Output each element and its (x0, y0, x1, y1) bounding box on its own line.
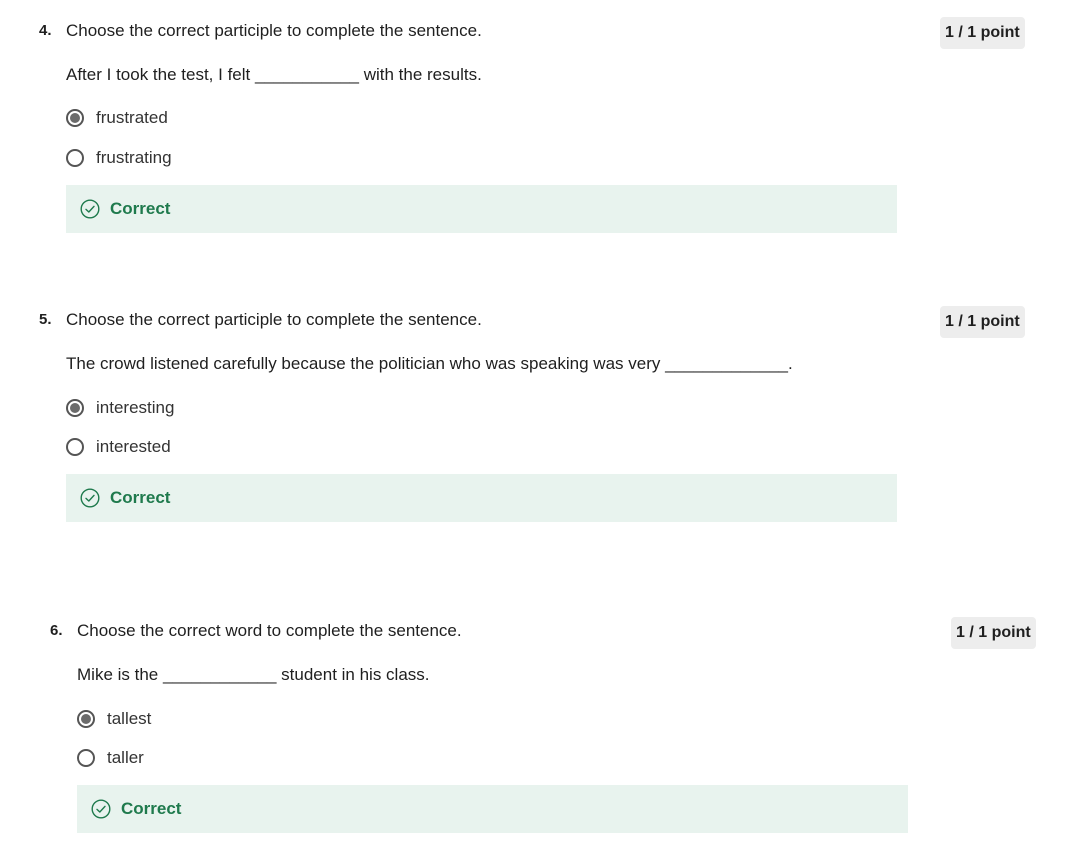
option-label: frustrated (96, 108, 168, 127)
feedback-text: Correct (110, 199, 171, 218)
points-badge: 1 / 1 point (940, 306, 1025, 338)
feedback-text: Correct (110, 488, 171, 507)
option-radio-tallest[interactable]: tallest (77, 707, 151, 731)
question-sentence: The crowd listened carefully because the… (66, 354, 793, 373)
option-radio-taller[interactable]: taller (77, 746, 144, 770)
points-badge: 1 / 1 point (940, 17, 1025, 49)
feedback-correct: Correct (66, 474, 897, 522)
option-label: frustrating (96, 148, 172, 167)
option-label: interested (96, 437, 171, 456)
option-radio-interesting[interactable]: interesting (66, 396, 174, 420)
radio-selected-icon[interactable] (77, 710, 95, 728)
question-prompt: Choose the correct participle to complet… (66, 310, 482, 329)
question-sentence: Mike is the ____________ student in his … (77, 665, 430, 684)
check-circle-icon (80, 199, 100, 219)
radio-selected-icon[interactable] (66, 399, 84, 417)
check-circle-icon (91, 799, 111, 819)
radio-unselected-icon[interactable] (66, 438, 84, 456)
question-sentence: After I took the test, I felt __________… (66, 65, 482, 84)
points-badge: 1 / 1 point (951, 617, 1036, 649)
question-prompt: Choose the correct word to complete the … (77, 621, 462, 640)
question-number: 6. (50, 622, 63, 639)
radio-selected-icon[interactable] (66, 109, 84, 127)
feedback-text: Correct (121, 799, 182, 818)
question-number: 4. (39, 22, 52, 39)
option-label: tallest (107, 709, 152, 728)
feedback-correct: Correct (66, 185, 897, 233)
question-5: 5. Choose the correct participle to comp… (39, 306, 1039, 549)
radio-unselected-icon[interactable] (66, 149, 84, 167)
option-label: interesting (96, 398, 175, 417)
question-number: 5. (39, 311, 52, 328)
question-6: 6. Choose the correct word to complete t… (50, 617, 1050, 860)
radio-unselected-icon[interactable] (77, 749, 95, 767)
option-radio-frustrated[interactable]: frustrated (66, 106, 168, 130)
option-radio-frustrating[interactable]: frustrating (66, 146, 172, 170)
check-circle-icon (80, 488, 100, 508)
option-label: taller (107, 748, 144, 767)
option-radio-interested[interactable]: interested (66, 435, 171, 459)
question-4: 4. Choose the correct participle to comp… (39, 17, 1039, 260)
feedback-correct: Correct (77, 785, 908, 833)
question-prompt: Choose the correct participle to complet… (66, 21, 482, 40)
